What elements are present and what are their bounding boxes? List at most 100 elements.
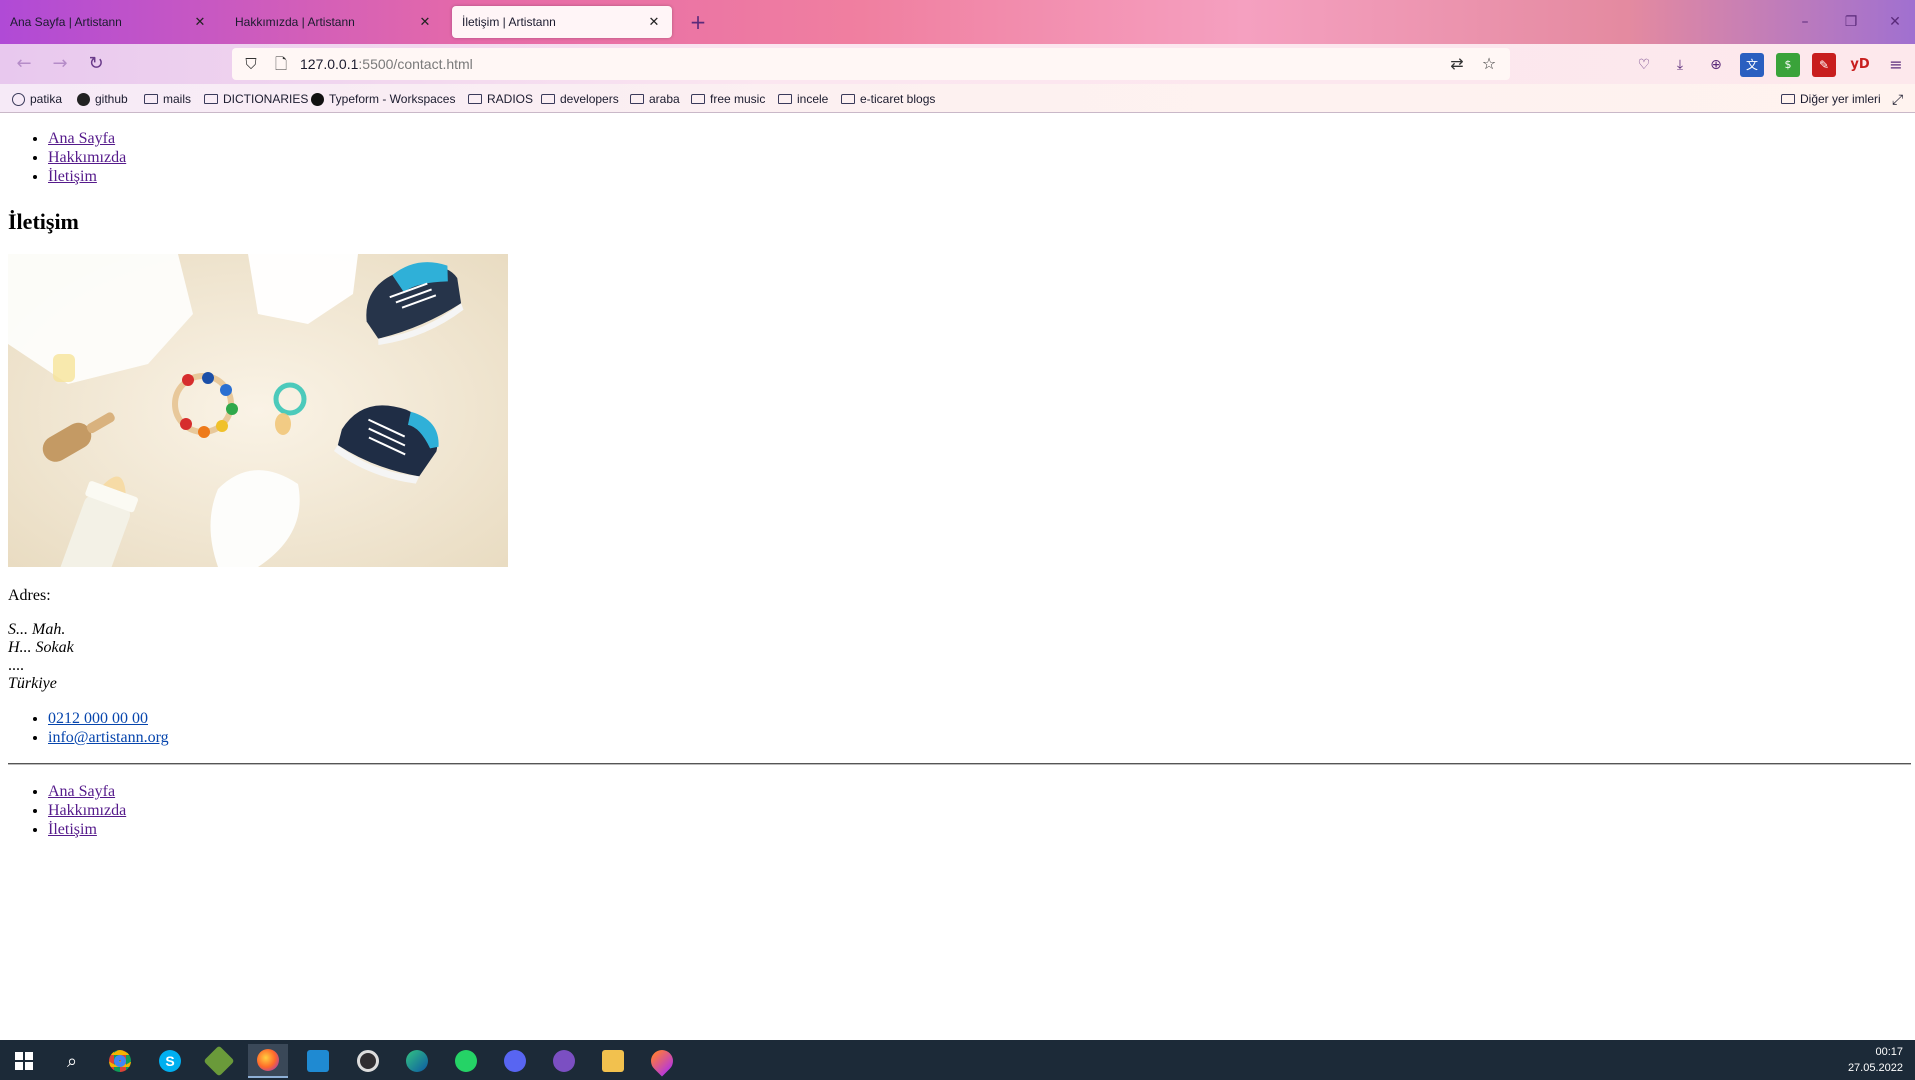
bookmark-free-music[interactable]: free music (691, 89, 765, 109)
search-icon[interactable]: ⌕ (52, 1044, 92, 1078)
forward-button[interactable]: → (46, 50, 74, 78)
start-button[interactable] (4, 1044, 44, 1078)
yd-label: yD (1850, 57, 1870, 72)
download-icon[interactable]: ⤓ (1668, 53, 1692, 77)
globe-icon (12, 92, 25, 106)
folder-icon (204, 94, 218, 104)
git-icon[interactable] (199, 1044, 239, 1078)
whatsapp-icon[interactable] (446, 1044, 486, 1078)
address-bar[interactable]: ⛉ 🗋 127.0.0.1:5500/contact.html ⇄ ☆ (232, 48, 1510, 80)
nav-item: Ana Sayfa (48, 129, 126, 148)
tab-ana-sayfa[interactable]: Ana Sayfa | Artistann ✕ (0, 6, 218, 38)
other-bookmarks[interactable]: Diğer yer imleri (1781, 89, 1881, 109)
bookmark-label: araba (649, 92, 680, 106)
obs-icon[interactable] (348, 1044, 388, 1078)
color-picker-icon[interactable] (642, 1044, 682, 1078)
tab-label: İletişim | Artistann (462, 15, 556, 29)
minimize-button[interactable]: – (1790, 8, 1820, 36)
page-content: Ana Sayfa Hakkımızda İletişim İletişim (0, 113, 1915, 1040)
nav-item: Ana Sayfa (48, 782, 126, 801)
email-link[interactable]: info@artistann.org (48, 729, 169, 746)
tab-label: Ana Sayfa | Artistann (10, 15, 122, 29)
globe-icon[interactable]: ⊕ (1704, 53, 1728, 77)
nav-item: Hakkımızda (48, 148, 126, 167)
nav-link-hakkimizda[interactable]: Hakkımızda (48, 149, 126, 166)
footer-link-ana-sayfa[interactable]: Ana Sayfa (48, 783, 115, 800)
file-explorer-icon[interactable] (593, 1044, 633, 1078)
bookmarks-toolbar: patika github mails DICTIONARIES Typefor… (0, 84, 1915, 113)
bookmark-github[interactable]: github (77, 89, 128, 109)
folder-icon (541, 94, 555, 104)
bookmark-dictionaries[interactable]: DICTIONARIES (204, 89, 308, 109)
baby-items-photo (8, 254, 508, 567)
footer-link-hakkimizda[interactable]: Hakkımızda (48, 802, 126, 819)
pdf-extension-icon[interactable]: ✎ (1812, 53, 1836, 77)
bookmark-patika[interactable]: patika (12, 89, 62, 109)
address-line: .... (8, 657, 24, 674)
bookmark-incele[interactable]: incele (778, 89, 828, 109)
url-text[interactable]: 127.0.0.1:5500/contact.html (300, 56, 473, 72)
star-icon[interactable]: ☆ (1478, 53, 1500, 75)
bookmark-label: e-ticaret blogs (860, 92, 936, 106)
folder-icon (778, 94, 792, 104)
back-button[interactable]: ← (10, 50, 38, 78)
shield-icon[interactable]: ⛉ (240, 53, 262, 75)
bookmark-araba[interactable]: araba (630, 89, 680, 109)
close-icon[interactable]: ✕ (192, 14, 208, 30)
address-block: S... Mah. H... Sokak .... Türkiye (8, 621, 74, 693)
phone-link[interactable]: 0212 000 00 00 (48, 710, 148, 727)
github-desktop-icon[interactable] (544, 1044, 584, 1078)
nav-link-iletisim[interactable]: İletişim (48, 168, 97, 185)
footer-link-iletisim[interactable]: İletişim (48, 821, 97, 838)
discord-icon[interactable] (495, 1044, 535, 1078)
bookmark-developers[interactable]: developers (541, 89, 619, 109)
page-title: İletişim (8, 209, 79, 234)
url-host: 127.0.0.1 (300, 56, 359, 72)
skype-icon[interactable]: S (150, 1044, 190, 1078)
close-icon[interactable]: ✕ (646, 14, 662, 30)
nav-item: Hakkımızda (48, 801, 126, 820)
page-icon[interactable]: 🗋 (270, 53, 292, 75)
new-tab-button[interactable]: + (686, 10, 710, 34)
system-clock[interactable]: 00:17 27.05.2022 (1848, 1044, 1903, 1076)
clock-date: 27.05.2022 (1847, 1062, 1903, 1074)
address-bar-actions: ⇄ ☆ (1446, 53, 1500, 75)
pocket-icon[interactable]: ♡ (1632, 53, 1656, 77)
bookmark-typeform[interactable]: Typeform - Workspaces (311, 89, 455, 109)
close-icon[interactable]: ✕ (417, 14, 433, 30)
address-line: H... Sokak (8, 639, 74, 656)
menu-icon[interactable]: ≡ (1884, 53, 1908, 77)
bookmark-e-ticaret-blogs[interactable]: e-ticaret blogs (841, 89, 935, 109)
github-icon (77, 92, 90, 106)
translate-icon[interactable]: ⇄ (1446, 53, 1468, 75)
windows-icon (15, 1052, 33, 1070)
edge-icon[interactable] (397, 1044, 437, 1078)
expand-icon[interactable]: ⤢ (1892, 89, 1903, 109)
firefox-icon[interactable] (248, 1044, 288, 1078)
bookmark-radios[interactable]: RADIOS (468, 89, 533, 109)
nav-item: İletişim (48, 820, 126, 839)
folder-icon (691, 94, 705, 104)
other-bookmarks-label: Diğer yer imleri (1800, 92, 1881, 106)
tab-hakkimizda[interactable]: Hakkımızda | Artistann ✕ (225, 6, 443, 38)
bookmark-mails[interactable]: mails (144, 89, 191, 109)
contact-item: 0212 000 00 00 (48, 709, 169, 728)
bookmark-label: mails (163, 92, 192, 106)
contact-item: info@artistann.org (48, 728, 169, 747)
chrome-icon[interactable] (100, 1044, 140, 1078)
yd-extension-icon[interactable]: yD (1848, 53, 1872, 77)
money-extension-icon[interactable]: $ (1776, 53, 1800, 77)
main-nav: Ana Sayfa Hakkımızda İletişim (40, 129, 126, 186)
folder-icon (841, 94, 855, 104)
reload-button[interactable]: ↻ (82, 50, 110, 78)
tab-iletisim[interactable]: İletişim | Artistann ✕ (452, 6, 672, 38)
nav-link-ana-sayfa[interactable]: Ana Sayfa (48, 130, 115, 147)
bookmark-label: github (95, 92, 128, 106)
tab-label: Hakkımızda | Artistann (235, 15, 355, 29)
close-window-button[interactable]: ✕ (1880, 8, 1910, 36)
restore-button[interactable]: ❐ (1836, 8, 1866, 36)
translator-extension-icon[interactable]: 文 (1740, 53, 1764, 77)
navigation-toolbar: ← → ↻ ⛉ 🗋 127.0.0.1:5500/contact.html ⇄ … (0, 44, 1915, 84)
vscode-icon[interactable] (298, 1044, 338, 1078)
browser-chrome: Ana Sayfa | Artistann ✕ Hakkımızda | Art… (0, 0, 1915, 113)
